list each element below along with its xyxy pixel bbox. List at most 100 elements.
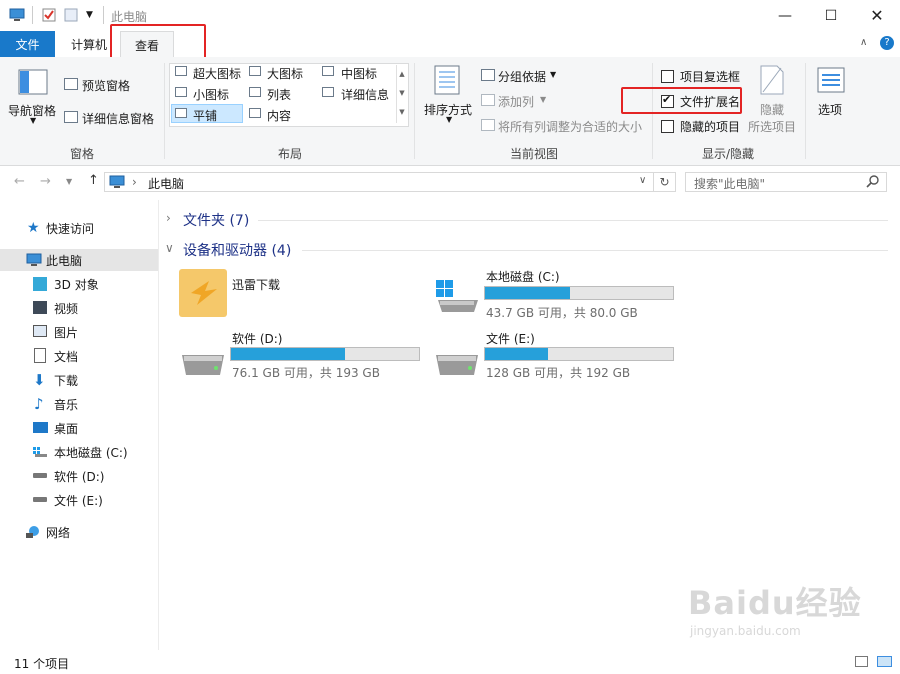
drive-e-name[interactable]: 文件 (E:): [486, 330, 535, 347]
sort-by-icon[interactable]: [434, 65, 460, 98]
hide-selected-icon[interactable]: [760, 65, 784, 98]
details-pane-button[interactable]: 详细信息窗格: [82, 110, 154, 127]
nav-network-label: 网络: [46, 525, 71, 540]
small-icons-icon: [175, 87, 187, 97]
drive-c-name[interactable]: 本地磁盘 (C:): [486, 268, 560, 285]
collapse-ribbon-icon[interactable]: ∧: [860, 37, 867, 48]
nav-this-pc-label: 此电脑: [46, 253, 83, 268]
item-count: 11 个项目: [14, 657, 70, 671]
hidden-items-checkbox[interactable]: [661, 120, 674, 133]
network-icon: [25, 525, 39, 539]
nav-downloads[interactable]: ⬇ 下载: [0, 369, 158, 391]
layout-small-icons[interactable]: 小图标: [193, 86, 229, 103]
nav-drive-c[interactable]: 本地磁盘 (C:): [0, 441, 158, 463]
address-dropdown-icon[interactable]: ∨: [639, 175, 646, 186]
drive-d-usage-fill: [231, 348, 345, 360]
layout-tiles[interactable]: 平铺: [193, 107, 217, 124]
nav-videos[interactable]: 视频: [0, 297, 158, 319]
search-input[interactable]: 搜索"此电脑": [685, 172, 887, 192]
layout-large-icons[interactable]: 大图标: [267, 65, 303, 82]
expand-chevron-icon[interactable]: ›: [166, 211, 171, 225]
drive-icon[interactable]: [180, 349, 226, 380]
search-icon[interactable]: [866, 174, 880, 191]
back-icon[interactable]: ←: [14, 174, 25, 189]
customize-toolbar-icon[interactable]: ▼: [86, 10, 100, 24]
group-by-button[interactable]: 分组依据: [498, 68, 546, 85]
add-column-icon: [481, 94, 495, 106]
computer-icon[interactable]: [9, 8, 25, 22]
new-folder-icon[interactable]: [64, 8, 78, 22]
hide-selected-label[interactable]: 所选项目: [748, 118, 796, 135]
nav-quick-access[interactable]: ★ 快速访问: [0, 217, 158, 239]
nav-pane-icon[interactable]: [18, 69, 48, 98]
pane-divider[interactable]: [158, 200, 159, 650]
properties-icon[interactable]: [42, 8, 56, 22]
thunder-download-label[interactable]: 迅雷下载: [232, 276, 280, 293]
address-bar-row: ← → ▼ ↑ › 此电脑 ∨ ↻ 搜索"此电脑": [0, 166, 900, 200]
search-placeholder: 搜索"此电脑": [694, 177, 766, 191]
nav-desktop[interactable]: 桌面: [0, 417, 158, 439]
windows-drive-icon: [33, 446, 47, 457]
collapse-chevron-icon[interactable]: ∨: [165, 241, 174, 255]
drive-c-usage-fill: [485, 287, 571, 299]
nav-item-label: 下载: [54, 373, 79, 388]
refresh-icon[interactable]: ↻: [654, 172, 676, 192]
nav-drive-e[interactable]: 文件 (E:): [0, 489, 158, 511]
drive-icon[interactable]: [434, 349, 480, 380]
nav-network[interactable]: 网络: [0, 521, 158, 543]
breadcrumb-this-pc[interactable]: 此电脑: [148, 175, 184, 192]
layout-content[interactable]: 内容: [267, 107, 291, 124]
layout-medium-icons[interactable]: 中图标: [341, 65, 377, 82]
preview-pane-button[interactable]: 预览窗格: [82, 77, 130, 94]
nav-pictures[interactable]: 图片: [0, 321, 158, 343]
recent-locations-icon[interactable]: ▼: [66, 177, 72, 186]
computer-icon: [26, 253, 42, 267]
options-button[interactable]: 选项: [818, 101, 842, 118]
layout-scroll[interactable]: ▲ ▼ ▼: [396, 65, 407, 123]
minimize-icon[interactable]: —: [762, 0, 808, 31]
add-column-button[interactable]: 添加列: [498, 93, 534, 110]
windows-drive-icon[interactable]: [434, 280, 480, 317]
fit-columns-button[interactable]: 将所有列调整为合适的大小: [498, 118, 642, 135]
drive-d-name[interactable]: 软件 (D:): [232, 330, 282, 347]
options-icon[interactable]: [817, 67, 845, 96]
layout-extra-large-icons[interactable]: 超大图标: [193, 65, 241, 82]
group-by-dropdown-icon[interactable]: ▼: [550, 70, 556, 79]
details-view-icon[interactable]: [855, 656, 868, 667]
nav-pane-dropdown-icon[interactable]: ▼: [30, 116, 36, 125]
large-icons-view-icon[interactable]: [877, 656, 892, 667]
thunder-download-item[interactable]: [179, 267, 227, 317]
forward-icon[interactable]: →: [40, 174, 51, 189]
item-checkboxes-checkbox[interactable]: [661, 70, 674, 83]
nav-this-pc[interactable]: 此电脑: [0, 249, 158, 271]
tab-file[interactable]: 文件: [0, 31, 55, 57]
list-icon: [249, 87, 261, 97]
nav-drive-d[interactable]: 软件 (D:): [0, 465, 158, 487]
nav-item-label: 图片: [54, 325, 79, 340]
item-checkboxes-label[interactable]: 项目复选框: [680, 68, 740, 85]
up-icon[interactable]: ↑: [88, 173, 99, 188]
nav-quick-access-label: 快速访问: [46, 221, 95, 236]
nav-3d-objects[interactable]: 3D 对象: [0, 273, 158, 295]
devices-section-header[interactable]: 设备和驱动器 (4): [183, 240, 291, 260]
add-column-dropdown-icon[interactable]: ▼: [540, 95, 546, 104]
address-box[interactable]: › 此电脑 ∨: [104, 172, 654, 192]
close-icon[interactable]: ✕: [854, 0, 900, 31]
nav-documents[interactable]: 文档: [0, 345, 158, 367]
hidden-items-label[interactable]: 隐藏的项目: [680, 118, 740, 135]
hide-button[interactable]: 隐藏: [760, 101, 784, 118]
nav-music[interactable]: ♪ 音乐: [0, 393, 158, 415]
help-icon[interactable]: ?: [880, 36, 894, 50]
sort-by-dropdown-icon[interactable]: ▼: [446, 115, 452, 124]
cube-icon: [33, 277, 47, 291]
nav-item-label: 文件 (E:): [54, 493, 103, 508]
layout-details[interactable]: 详细信息: [341, 86, 389, 103]
drive-icon: [33, 497, 47, 502]
group-label-current-view: 当前视图: [509, 147, 558, 161]
maximize-icon[interactable]: ☐: [808, 0, 854, 31]
status-bar: 11 个项目: [0, 650, 900, 674]
drive-c-stat: 43.7 GB 可用，共 80.0 GB: [486, 306, 638, 320]
breadcrumb-chevron-icon[interactable]: ›: [132, 175, 137, 189]
layout-list[interactable]: 列表: [267, 86, 291, 103]
folders-section-header[interactable]: 文件夹 (7): [183, 210, 249, 230]
